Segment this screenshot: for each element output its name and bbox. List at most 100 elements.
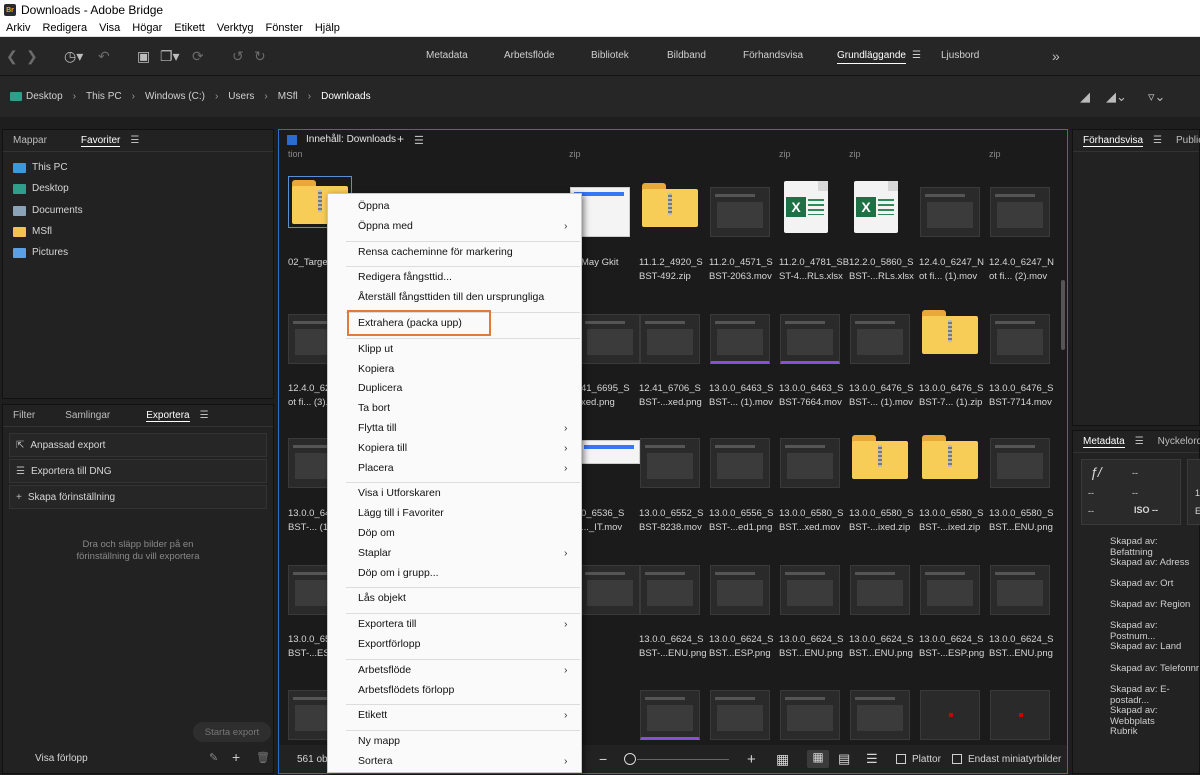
thumbnail-video[interactable] — [990, 187, 1050, 237]
show-progress-label[interactable]: Visa förlopp — [35, 753, 88, 764]
context-menu-item[interactable]: Klipp ut — [358, 343, 393, 355]
context-menu-item[interactable]: Rensa cacheminne för markering — [358, 246, 513, 258]
thumbnail-zip[interactable] — [922, 435, 978, 479]
panel-menu-icon[interactable]: ☰ — [1135, 436, 1144, 447]
fav-msfl[interactable]: MSfl — [13, 226, 52, 237]
context-menu-item[interactable]: Kopiera — [358, 363, 394, 375]
crumb-users[interactable]: Users — [228, 91, 254, 102]
ws-arbetsflode[interactable]: Arbetsflöde — [504, 50, 555, 61]
context-menu-item[interactable]: Döp om — [358, 527, 395, 539]
thumbnail-video[interactable] — [640, 438, 700, 488]
menu-hogar[interactable]: Högar — [126, 22, 168, 34]
zoom-in-icon[interactable]: + — [747, 751, 756, 768]
context-menu-item[interactable]: Arbetsflöde › — [358, 664, 568, 676]
zoom-slider-track[interactable] — [637, 759, 729, 760]
fav-this-pc[interactable]: This PC — [13, 162, 68, 173]
panel-menu-icon[interactable]: ☰ — [200, 410, 209, 421]
grid-lock-icon[interactable]: ▦ — [776, 751, 789, 768]
thumbnail-image[interactable] — [780, 565, 840, 615]
crumb-msfl[interactable]: MS‍fl — [278, 91, 298, 102]
context-menu-item[interactable]: Flytta till › — [358, 422, 568, 434]
forward-icon[interactable]: ❯ — [26, 47, 38, 65]
ws-bibliotek[interactable]: Bibliotek — [591, 50, 629, 61]
checkbox[interactable] — [896, 753, 906, 764]
ws-ljusbord[interactable]: Ljusbord — [941, 50, 979, 61]
crumb-windows-c[interactable]: Windows (C:) — [145, 91, 205, 102]
custom-export-row[interactable]: ⇱ Anpassad export — [9, 433, 267, 457]
context-menu-item[interactable]: Döp om i grupp... — [358, 567, 439, 579]
thumbnail-image[interactable] — [920, 690, 980, 740]
thumbnail-xlsx[interactable]: X — [854, 181, 898, 233]
context-menu-item[interactable]: Lägg till i Favoriter — [358, 507, 444, 519]
thumbnail-video[interactable] — [990, 314, 1050, 364]
context-menu-item[interactable]: Visa i Utforskaren — [358, 487, 441, 499]
add-content-icon[interactable]: + — [397, 132, 404, 146]
ws-grundlaggande[interactable]: Grundläggande — [837, 50, 906, 64]
tab-metadata[interactable]: Metadata — [1083, 436, 1125, 448]
context-menu-item[interactable]: Redigera fångsttid... — [358, 271, 452, 283]
context-menu-item[interactable]: Ta bort — [358, 402, 390, 414]
crumb-this-pc[interactable]: This PC — [86, 91, 122, 102]
menu-hjalp[interactable]: Hjälp — [309, 22, 346, 34]
menu-redigera[interactable]: Redigera — [36, 22, 93, 34]
thumbnail-image[interactable] — [580, 314, 640, 364]
context-menu-item[interactable]: Öppna med › — [358, 220, 568, 232]
zoom-slider-handle[interactable] — [624, 753, 636, 765]
scrollbar-thumb[interactable] — [1061, 280, 1065, 350]
thumbnail-image[interactable] — [780, 690, 840, 740]
context-menu-item[interactable]: Staplar › — [358, 547, 568, 559]
thumbnail-video[interactable] — [920, 187, 980, 237]
filter-icon[interactable]: ▿⌄ — [1148, 89, 1165, 105]
panel-menu-icon[interactable]: ☰ — [414, 134, 424, 147]
tab-filter[interactable]: Filter — [13, 410, 35, 421]
details-view-icon[interactable]: ▤ — [838, 751, 850, 767]
panel-menu-icon[interactable]: ☰ — [1153, 135, 1162, 146]
thumbnail-video[interactable] — [710, 314, 770, 364]
tab-favoriter[interactable]: Favoriter — [80, 135, 121, 147]
ws-metadata[interactable]: Metadata — [426, 50, 468, 61]
zoom-out-icon[interactable]: − — [599, 751, 607, 767]
ws-menu-icon[interactable]: ☰ — [912, 50, 921, 61]
tab-publicera[interactable]: Publice — [1176, 135, 1200, 146]
thumbnail-image[interactable] — [640, 690, 700, 740]
refresh-icon[interactable]: ⟳ — [192, 47, 204, 65]
thumbnail-view-icon[interactable]: ▦ — [807, 750, 829, 768]
edit-icon[interactable]: ✎ — [209, 751, 218, 764]
context-menu-item[interactable]: Duplicera — [358, 382, 402, 394]
rotate-left-icon[interactable]: ↺ — [232, 47, 244, 65]
context-menu-item[interactable]: Exportera till › — [358, 618, 568, 630]
thumbnail-video[interactable] — [850, 314, 910, 364]
thumbnail-zip[interactable] — [852, 435, 908, 479]
tab-forhandsvisa[interactable]: Förhandsvisa — [1083, 135, 1144, 147]
thumbnail-image[interactable] — [850, 565, 910, 615]
list-view-icon[interactable]: ☰ — [866, 751, 878, 767]
thumbnail-image[interactable] — [580, 440, 640, 464]
copy-icon[interactable]: ❐▾ — [160, 47, 180, 65]
context-menu-item[interactable]: Arbetsflödets förlopp — [358, 684, 454, 696]
context-menu-item[interactable]: Exportförlopp — [358, 638, 420, 650]
thumbnail-zip[interactable] — [922, 310, 978, 354]
fav-documents[interactable]: Documents — [13, 205, 83, 216]
thumbnail-zip[interactable] — [642, 183, 698, 227]
thumbnail-image[interactable] — [580, 565, 640, 615]
crumb-desktop[interactable]: Desktop — [26, 91, 63, 102]
thumbnail-video[interactable] — [780, 438, 840, 488]
export-dng-row[interactable]: ☰ Exportera till DNG — [9, 459, 267, 483]
back-icon[interactable]: ❮ — [6, 47, 18, 65]
tab-nyckelord[interactable]: Nyckelord — [1158, 436, 1200, 447]
thumbnail-image[interactable] — [640, 314, 700, 364]
thumbnail-video[interactable] — [710, 187, 770, 237]
context-menu-item[interactable]: Återställ fångsttiden till den ursprungl… — [358, 291, 544, 303]
recent-icon[interactable]: ◷▾ — [64, 47, 83, 65]
menu-visa[interactable]: Visa — [93, 22, 126, 34]
thumbnail-image[interactable] — [710, 565, 770, 615]
plattor-checkbox[interactable]: Plattor — [896, 754, 941, 765]
menu-etikett[interactable]: Etikett — [168, 22, 211, 34]
menu-fonster[interactable]: Fönster — [260, 22, 309, 34]
menu-arkiv[interactable]: Arkiv — [0, 22, 36, 34]
tab-mappar[interactable]: Mappar — [13, 135, 47, 146]
thumbnails-only-checkbox[interactable]: Endast miniatyrbilder — [952, 754, 1061, 765]
thumbnail-image[interactable] — [990, 690, 1050, 740]
crumb-downloads[interactable]: Downloads — [321, 91, 370, 102]
context-menu-item[interactable]: Extrahera (packa upp) — [358, 317, 462, 329]
